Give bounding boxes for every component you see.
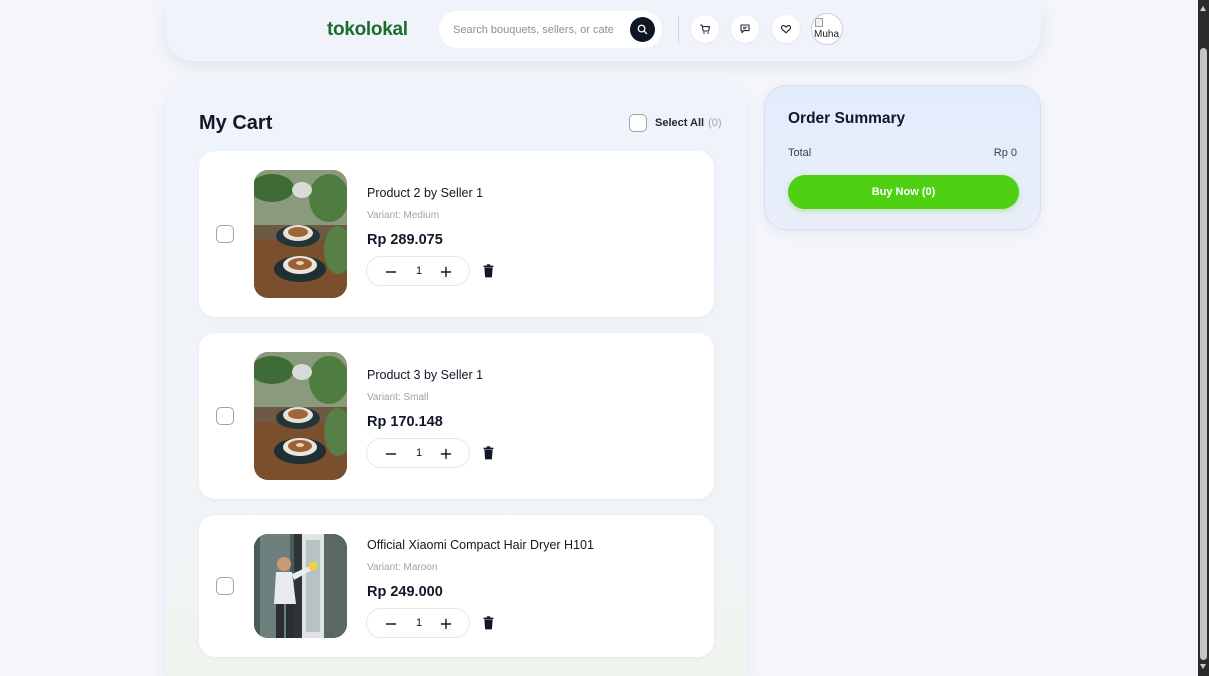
plus-icon — [440, 448, 452, 460]
cart-panel: My Cart Select All (0) Product 2 by Sell… — [166, 85, 747, 676]
cart-icon — [699, 24, 711, 34]
product-image[interactable] — [254, 352, 347, 480]
item-checkbox[interactable] — [216, 577, 234, 595]
select-all-count: (0) — [708, 117, 722, 129]
header-divider — [678, 17, 679, 43]
trash-icon — [483, 446, 493, 460]
buy-now-button[interactable]: Buy Now (0) — [788, 175, 1019, 209]
decrease-quantity-button[interactable] — [381, 614, 401, 634]
trash-icon — [483, 264, 493, 278]
minus-icon — [385, 623, 397, 625]
coffee-photo — [254, 170, 347, 298]
item-price: Rp 249.000 — [367, 584, 443, 600]
quantity-value: 1 — [415, 617, 423, 629]
cart-item: Product 2 by Seller 1 Variant: Medium Rp… — [199, 151, 714, 317]
order-summary-title: Order Summary — [788, 110, 906, 127]
window-cleaning-photo — [254, 534, 347, 638]
minus-icon — [385, 453, 397, 455]
item-variant: Variant: Medium — [367, 210, 440, 221]
item-name[interactable]: Product 3 by Seller 1 — [367, 368, 483, 382]
chat-icon — [740, 24, 750, 34]
order-summary-panel: Order Summary Total Rp 0 Buy Now (0) — [764, 85, 1041, 230]
decrease-quantity-button[interactable] — [381, 262, 401, 282]
item-variant: Variant: Small — [367, 392, 429, 403]
scroll-up-arrow-icon[interactable] — [1200, 6, 1206, 11]
search-input[interactable] — [453, 21, 613, 39]
item-name[interactable]: Product 2 by Seller 1 — [367, 186, 483, 200]
cart-item: Product 3 by Seller 1 Variant: Small Rp … — [199, 333, 714, 499]
avatar-alt-text: Muha — [814, 29, 840, 40]
item-price: Rp 170.148 — [367, 414, 443, 430]
chat-button[interactable] — [731, 15, 759, 43]
user-avatar[interactable]: Muha — [811, 13, 843, 45]
remove-item-button[interactable] — [481, 614, 495, 632]
total-value: Rp 0 — [993, 147, 1017, 159]
item-variant: Variant: Maroon — [367, 562, 438, 573]
top-navbar: tokolokal Search bouquets, sellers, or c… — [166, 0, 1041, 61]
select-all-checkbox[interactable] — [629, 114, 647, 132]
cart-title: My Cart — [199, 112, 273, 134]
increase-quantity-button[interactable] — [436, 262, 456, 282]
increase-quantity-button[interactable] — [436, 444, 456, 464]
search-icon — [637, 24, 648, 35]
page-scrollbar[interactable] — [1198, 0, 1209, 676]
search-bar — [439, 11, 662, 48]
cart-page: tokolokal Search bouquets, sellers, or c… — [0, 0, 1198, 676]
minus-icon — [385, 271, 397, 273]
select-all-label[interactable]: Select All — [655, 117, 704, 129]
plus-icon — [440, 618, 452, 630]
coffee-photo — [254, 352, 347, 480]
total-label: Total — [788, 147, 812, 159]
item-checkbox[interactable] — [216, 407, 234, 425]
select-all-control[interactable]: Select All (0) — [629, 113, 722, 133]
item-name[interactable]: Official Xiaomi Compact Hair Dryer H101 — [367, 538, 594, 552]
product-image[interactable] — [254, 534, 347, 638]
broken-image-icon — [815, 18, 823, 27]
quantity-stepper: 1 — [366, 256, 470, 286]
search-button[interactable] — [630, 17, 655, 42]
cart-item: Official Xiaomi Compact Hair Dryer H101 … — [199, 515, 714, 657]
item-price: Rp 289.075 — [367, 232, 443, 248]
quantity-value: 1 — [415, 265, 423, 277]
scrollbar-thumb[interactable] — [1200, 48, 1207, 660]
site-logo[interactable]: tokolokal — [327, 19, 408, 41]
increase-quantity-button[interactable] — [436, 614, 456, 634]
wishlist-button[interactable] — [772, 15, 800, 43]
item-checkbox[interactable] — [216, 225, 234, 243]
trash-icon — [483, 616, 493, 630]
scroll-down-arrow-icon[interactable] — [1200, 664, 1206, 669]
remove-item-button[interactable] — [481, 262, 495, 280]
quantity-stepper: 1 — [366, 438, 470, 468]
quantity-stepper: 1 — [366, 608, 470, 638]
cart-button[interactable] — [691, 15, 719, 43]
decrease-quantity-button[interactable] — [381, 444, 401, 464]
remove-item-button[interactable] — [481, 444, 495, 462]
product-image[interactable] — [254, 170, 347, 298]
quantity-value: 1 — [415, 447, 423, 459]
wishlist-icon — [780, 25, 792, 34]
plus-icon — [440, 266, 452, 278]
